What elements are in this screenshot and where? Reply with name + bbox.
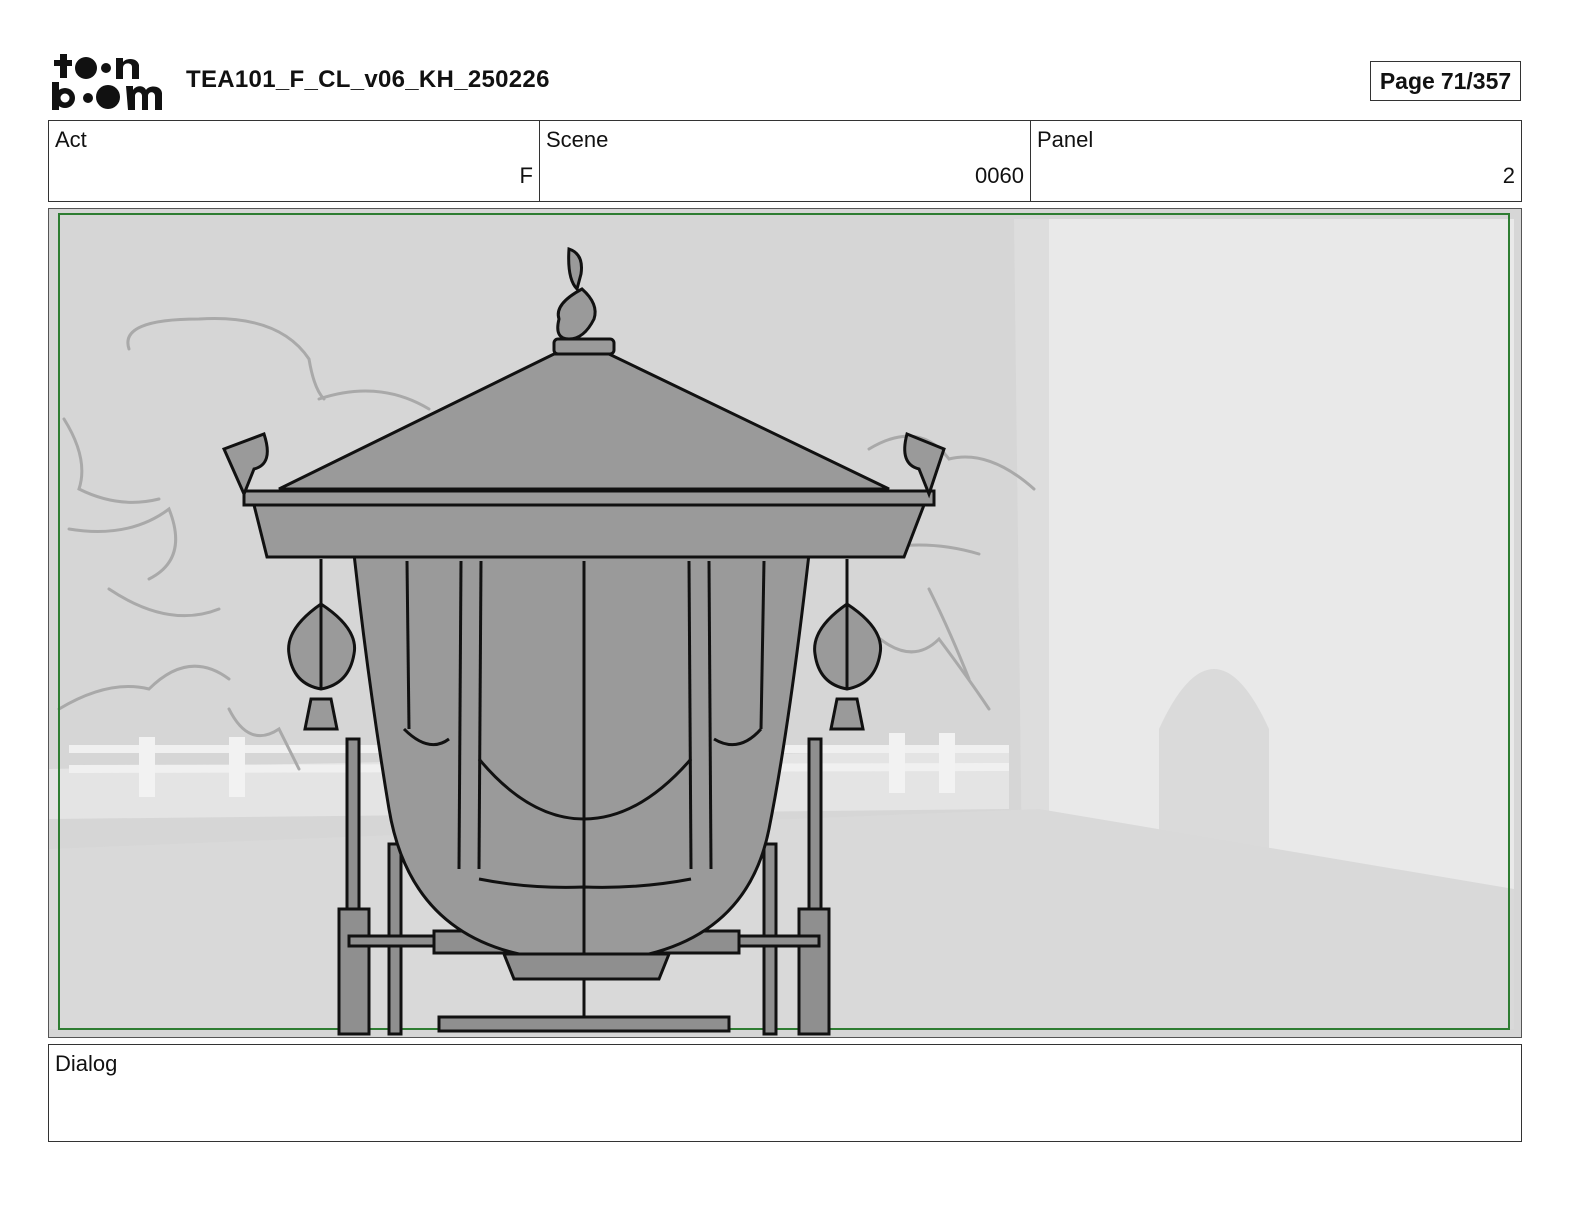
dialog-label: Dialog <box>55 1051 118 1076</box>
act-label: Act <box>55 127 87 152</box>
act-cell: Act F <box>49 121 540 201</box>
panel-cell: Panel 2 <box>1031 121 1521 201</box>
scene-label: Scene <box>546 127 609 152</box>
document-title: TEA101_F_CL_v06_KH_250226 <box>186 66 550 93</box>
scene-cell: Scene 0060 <box>540 121 1031 201</box>
panel-value: 2 <box>1502 163 1515 188</box>
scene-value: 0060 <box>975 163 1024 188</box>
page-indicator: Page 71/357 <box>1370 61 1521 101</box>
page-number: 71/357 <box>1440 67 1512 94</box>
panel-info-row: Act F Scene 0060 Panel 2 <box>48 120 1522 202</box>
dialog-box: Dialog <box>48 1044 1522 1142</box>
storyboard-panel <box>48 208 1522 1038</box>
act-value: F <box>519 163 533 188</box>
page-label: Page <box>1379 67 1435 94</box>
toonboom-logo <box>52 54 162 110</box>
carriage-sketch-image <box>49 209 1521 1037</box>
panel-label: Panel <box>1037 127 1094 152</box>
